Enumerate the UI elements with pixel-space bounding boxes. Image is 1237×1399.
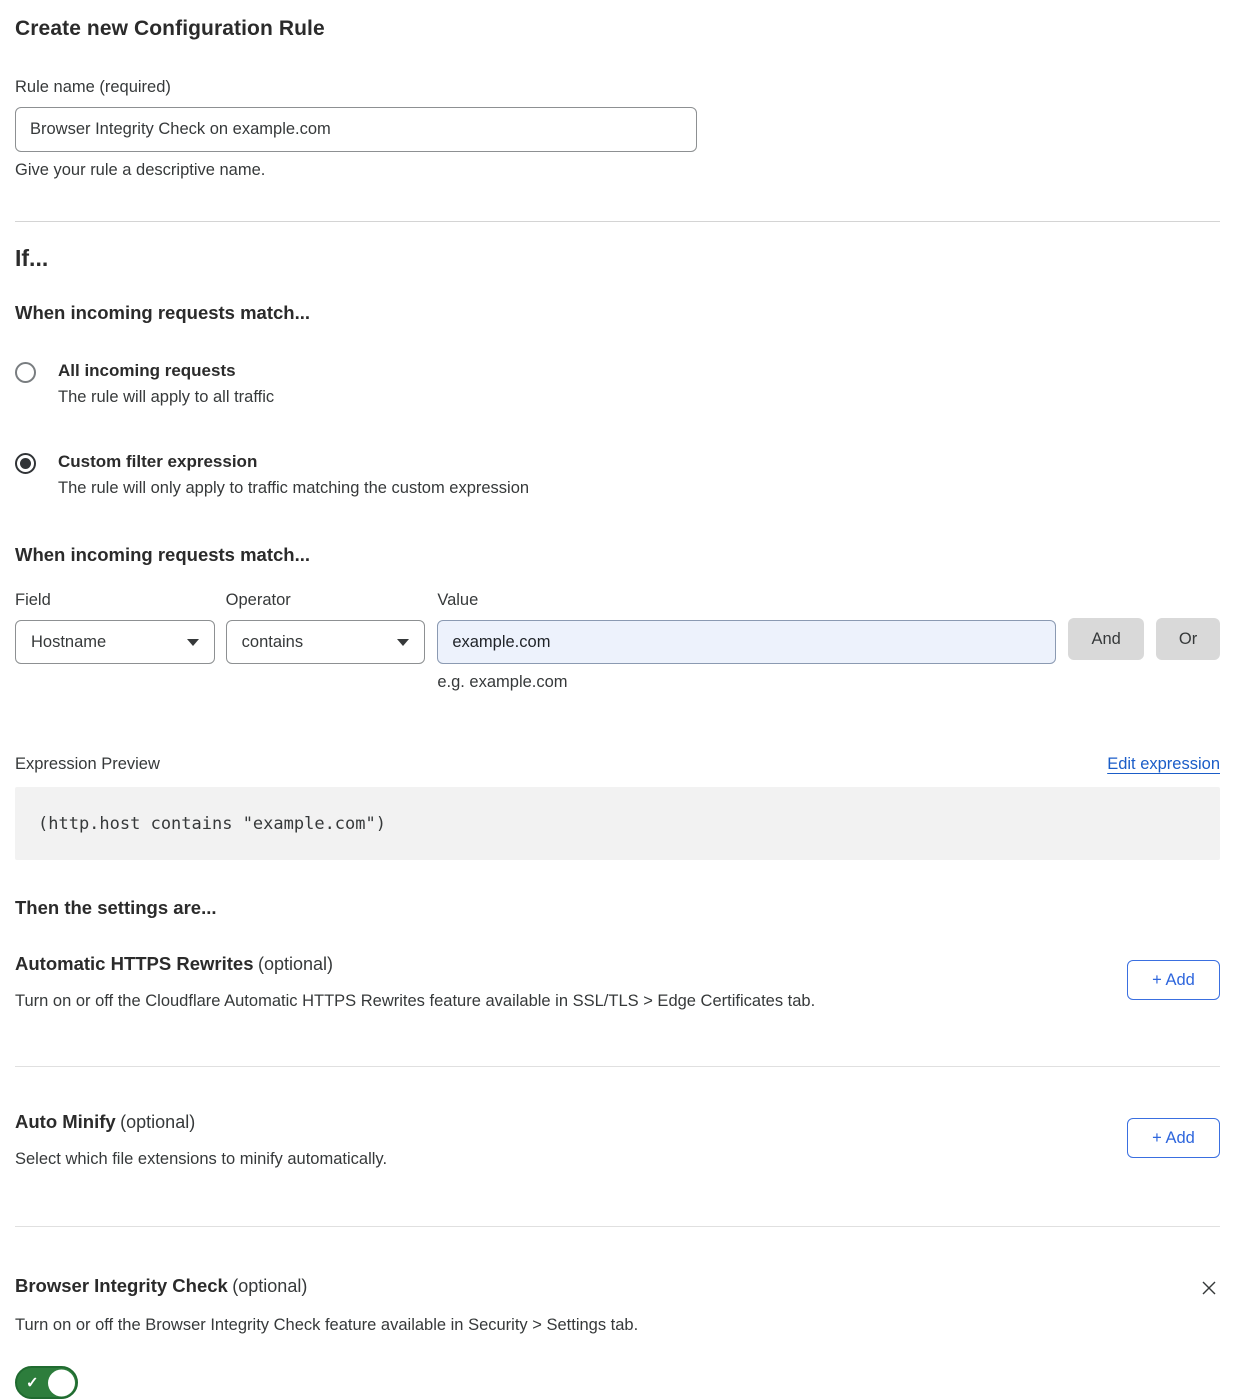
setting-description: Select which file extensions to minify a… [15, 1150, 387, 1169]
setting-title-row: Browser Integrity Check (optional) [15, 1275, 307, 1297]
check-icon: ✓ [26, 1373, 39, 1391]
radio-description: The rule will apply to all traffic [58, 388, 274, 407]
setting-card-automatic-https-rewrites: Automatic HTTPS Rewrites (optional) Turn… [15, 953, 1220, 1067]
radio-option-all-incoming-requests[interactable]: All incoming requests The rule will appl… [15, 361, 1220, 407]
operator-label: Operator [226, 591, 426, 610]
value-label: Value [437, 591, 1056, 610]
add-auto-minify-button[interactable]: + Add [1127, 1118, 1220, 1158]
value-help: e.g. example.com [437, 673, 1056, 692]
setting-card-browser-integrity-check: Browser Integrity Check (optional) Turn … [15, 1275, 1220, 1399]
page-title: Create new Configuration Rule [15, 17, 1220, 41]
setting-optional-suffix: (optional) [120, 1112, 195, 1132]
radio-button-icon[interactable] [15, 362, 36, 383]
field-select-value: Hostname [31, 633, 106, 652]
rule-name-label: Rule name (required) [15, 78, 1220, 97]
expression-preview-label: Expression Preview [15, 755, 160, 774]
close-icon [1200, 1279, 1218, 1297]
remove-setting-button[interactable] [1198, 1277, 1220, 1299]
chevron-down-icon [187, 639, 199, 646]
add-automatic-https-rewrites-button[interactable]: + Add [1127, 960, 1220, 1000]
setting-divider [15, 1066, 1220, 1067]
operator-select[interactable]: contains [226, 620, 426, 664]
expression-preview-header: Expression Preview Edit expression [15, 755, 1220, 774]
expression-builder-row: Field Hostname Operator contains Value e… [15, 591, 1220, 692]
expression-builder-heading: When incoming requests match... [15, 544, 1220, 566]
setting-description: Turn on or off the Cloudflare Automatic … [15, 992, 815, 1011]
edit-expression-link[interactable]: Edit expression [1107, 755, 1220, 774]
chevron-down-icon [397, 639, 409, 646]
setting-title-row: Auto Minify (optional) [15, 1111, 387, 1133]
or-button[interactable]: Or [1156, 618, 1220, 660]
toggle-knob[interactable] [48, 1369, 75, 1396]
rule-name-help: Give your rule a descriptive name. [15, 161, 1220, 180]
rule-name-input[interactable] [15, 107, 697, 152]
field-select[interactable]: Hostname [15, 620, 215, 664]
radio-button-selected-icon[interactable] [15, 453, 36, 474]
setting-description: Turn on or off the Browser Integrity Che… [15, 1316, 995, 1335]
value-input[interactable] [437, 620, 1056, 664]
expression-preview-code: (http.host contains "example.com") [15, 787, 1220, 860]
radio-label: All incoming requests [58, 361, 274, 381]
match-heading: When incoming requests match... [15, 302, 1220, 324]
setting-divider [15, 1226, 1220, 1227]
if-heading: If... [15, 245, 1220, 272]
create-configuration-rule-page: Create new Configuration Rule Rule name … [0, 17, 1237, 1399]
section-divider [15, 221, 1220, 222]
setting-optional-suffix: (optional) [232, 1276, 307, 1296]
radio-option-custom-filter-expression[interactable]: Custom filter expression The rule will o… [15, 452, 1220, 498]
operator-select-value: contains [242, 633, 303, 652]
setting-title: Auto Minify [15, 1111, 116, 1132]
setting-title: Automatic HTTPS Rewrites [15, 953, 254, 974]
then-settings-heading: Then the settings are... [15, 897, 1220, 919]
field-label: Field [15, 591, 215, 610]
setting-title-row: Automatic HTTPS Rewrites (optional) [15, 953, 815, 975]
setting-title: Browser Integrity Check [15, 1275, 228, 1296]
setting-optional-suffix: (optional) [258, 954, 333, 974]
radio-description: The rule will only apply to traffic matc… [58, 479, 529, 498]
radio-label: Custom filter expression [58, 452, 529, 472]
and-button[interactable]: And [1068, 618, 1144, 660]
rule-name-group: Rule name (required) Give your rule a de… [15, 78, 1220, 180]
setting-card-auto-minify: Auto Minify (optional) Select which file… [15, 1111, 1220, 1227]
browser-integrity-check-toggle[interactable]: ✓ [15, 1366, 78, 1399]
